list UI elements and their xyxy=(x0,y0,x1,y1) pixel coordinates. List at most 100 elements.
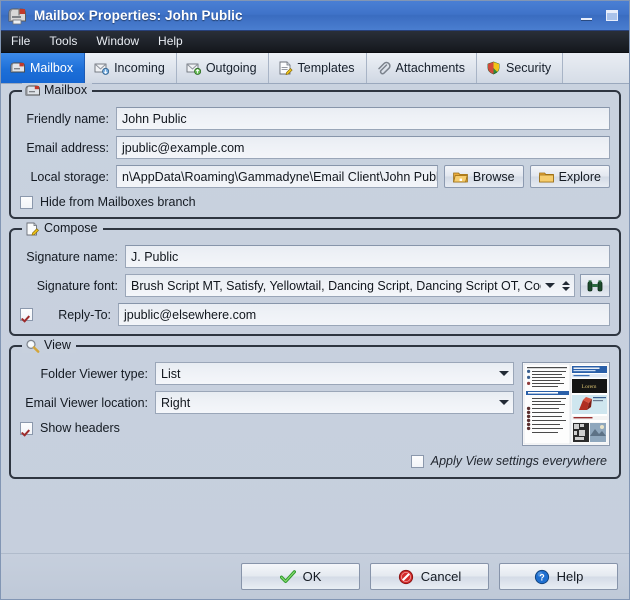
binoculars-icon xyxy=(587,279,603,293)
minimize-button[interactable] xyxy=(573,6,599,26)
folder-icon xyxy=(538,171,554,183)
reply-to-label-wrap: Reply-To: xyxy=(20,308,118,322)
signature-name-row: Signature name: J. Public xyxy=(20,245,610,268)
group-title-label: View xyxy=(44,338,71,352)
maximize-icon xyxy=(606,10,618,21)
show-headers-label: Show headers xyxy=(40,421,120,435)
svg-text:?: ? xyxy=(539,572,545,582)
font-find-button[interactable] xyxy=(580,274,610,297)
mailbox-properties-window: Mailbox Properties: John Public File Too… xyxy=(0,0,630,600)
cancel-button[interactable]: Cancel xyxy=(370,563,489,590)
explore-label: Explore xyxy=(558,169,601,184)
help-label: Help xyxy=(556,569,584,584)
tab-strip: Mailbox Incoming Outgoing Templates Atta… xyxy=(1,53,629,84)
tab-mailbox[interactable]: Mailbox xyxy=(1,53,86,83)
explore-button[interactable]: Explore xyxy=(529,165,610,188)
ok-button[interactable]: OK xyxy=(241,563,360,590)
tab-outgoing[interactable]: Outgoing xyxy=(176,53,269,83)
email-viewer-combo[interactable]: Right xyxy=(155,391,514,414)
help-button[interactable]: ? Help xyxy=(499,563,618,590)
reply-to-label: Reply-To: xyxy=(58,307,111,322)
tab-security[interactable]: Security xyxy=(477,53,564,83)
mailbox-group: Mailbox Friendly name: John Public Email… xyxy=(9,83,621,219)
local-storage-input[interactable]: n\AppData\Roaming\Gammadyne\Email Client… xyxy=(116,165,438,188)
tab-label: Attachments xyxy=(395,61,466,75)
email-address-input[interactable]: jpublic@example.com xyxy=(116,136,610,159)
chevron-down-icon[interactable] xyxy=(545,283,555,288)
signature-name-label: Signature name: xyxy=(26,249,118,264)
reply-to-checkbox[interactable] xyxy=(20,308,33,321)
view-settings: Folder Viewer type: List Email Viewer lo… xyxy=(20,362,514,446)
group-title-label: Compose xyxy=(44,221,98,235)
ok-label: OK xyxy=(302,569,322,584)
mailbox-icon xyxy=(10,61,25,75)
apply-view-everywhere-row[interactable]: Apply View settings everywhere xyxy=(20,454,610,468)
folder-viewer-row: Folder Viewer type: List xyxy=(20,362,514,385)
outbox-icon xyxy=(186,61,201,75)
folder-viewer-value: List xyxy=(161,366,181,381)
layout-preview-thumbnail: Lorem xyxy=(522,362,610,446)
dialog-footer: OK Cancel ? Help xyxy=(1,553,629,599)
mailbox-group-title: Mailbox xyxy=(22,83,93,98)
tab-attachments[interactable]: Attachments xyxy=(366,53,478,83)
tab-label: Outgoing xyxy=(205,61,257,75)
menu-bar: File Tools Window Help xyxy=(1,31,629,53)
show-headers-row[interactable]: Show headers xyxy=(20,421,514,435)
magnifier-icon xyxy=(25,339,40,353)
signature-font-label: Signature font: xyxy=(36,278,118,293)
email-viewer-label: Email Viewer location: xyxy=(25,395,148,410)
folder-open-icon xyxy=(453,171,468,183)
signature-name-input[interactable]: J. Public xyxy=(125,245,610,268)
svg-text:Lorem: Lorem xyxy=(582,384,598,390)
local-storage-label: Local storage: xyxy=(30,169,109,184)
minimize-icon xyxy=(580,18,592,20)
email-viewer-row: Email Viewer location: Right xyxy=(20,391,514,414)
browse-label: Browse xyxy=(472,169,515,184)
email-address-row: Email address: jpublic@example.com xyxy=(20,136,610,159)
signature-font-spinner[interactable] xyxy=(562,280,570,291)
inbox-icon xyxy=(94,61,110,75)
friendly-name-input[interactable]: John Public xyxy=(116,107,610,130)
tab-incoming[interactable]: Incoming xyxy=(85,53,177,83)
mailbox-icon xyxy=(7,6,27,25)
friendly-name-row: Friendly name: John Public xyxy=(20,107,610,130)
menu-item-help[interactable]: Help xyxy=(155,32,192,51)
local-storage-row: Local storage: n\AppData\Roaming\Gammady… xyxy=(20,165,610,188)
tab-label: Mailbox xyxy=(30,61,74,75)
reply-to-row: Reply-To: jpublic@elsewhere.com xyxy=(20,303,610,326)
folder-viewer-combo[interactable]: List xyxy=(155,362,514,385)
chevron-down-icon[interactable] xyxy=(499,400,509,405)
title-bar: Mailbox Properties: John Public xyxy=(1,1,629,31)
compose-group-title: Compose xyxy=(22,221,103,236)
shield-icon xyxy=(486,61,501,75)
show-headers-checkbox[interactable] xyxy=(20,421,33,435)
reply-to-input[interactable]: jpublic@elsewhere.com xyxy=(118,303,610,326)
compose-group: Compose Signature name: J. Public Signat… xyxy=(9,221,621,336)
folder-viewer-label: Folder Viewer type: xyxy=(40,366,148,381)
apply-view-everywhere-checkbox[interactable] xyxy=(410,454,424,468)
group-title-label: Mailbox xyxy=(44,83,88,97)
hide-from-mailboxes-row[interactable]: Hide from Mailboxes branch xyxy=(20,195,610,209)
menu-item-tools[interactable]: Tools xyxy=(46,32,86,51)
tab-content-mailbox: Mailbox Friendly name: John Public Email… xyxy=(1,83,629,553)
cancel-icon xyxy=(398,569,414,585)
paperclip-icon xyxy=(376,61,391,75)
friendly-name-label: Friendly name: xyxy=(26,111,109,126)
maximize-button[interactable] xyxy=(599,6,625,26)
tab-templates[interactable]: Templates xyxy=(268,53,367,83)
chevron-up-icon xyxy=(562,280,570,285)
menu-item-file[interactable]: File xyxy=(8,32,39,51)
apply-view-everywhere-label: Apply View settings everywhere xyxy=(430,454,607,468)
signature-font-combo[interactable]: Brush Script MT, Satisfy, Yellowtail, Da… xyxy=(125,274,575,297)
tab-label: Templates xyxy=(297,61,355,75)
signature-font-value: Brush Script MT, Satisfy, Yellowtail, Da… xyxy=(131,278,541,293)
signature-font-row: Signature font: Brush Script MT, Satisfy… xyxy=(20,274,610,297)
compose-icon xyxy=(25,222,40,236)
check-icon xyxy=(279,569,296,584)
menu-item-window[interactable]: Window xyxy=(93,32,148,51)
window-title: Mailbox Properties: John Public xyxy=(34,8,243,23)
chevron-down-icon[interactable] xyxy=(499,371,509,376)
hide-from-mailboxes-checkbox[interactable] xyxy=(20,195,33,209)
browse-button[interactable]: Browse xyxy=(443,165,524,188)
hide-from-mailboxes-label: Hide from Mailboxes branch xyxy=(40,195,196,209)
